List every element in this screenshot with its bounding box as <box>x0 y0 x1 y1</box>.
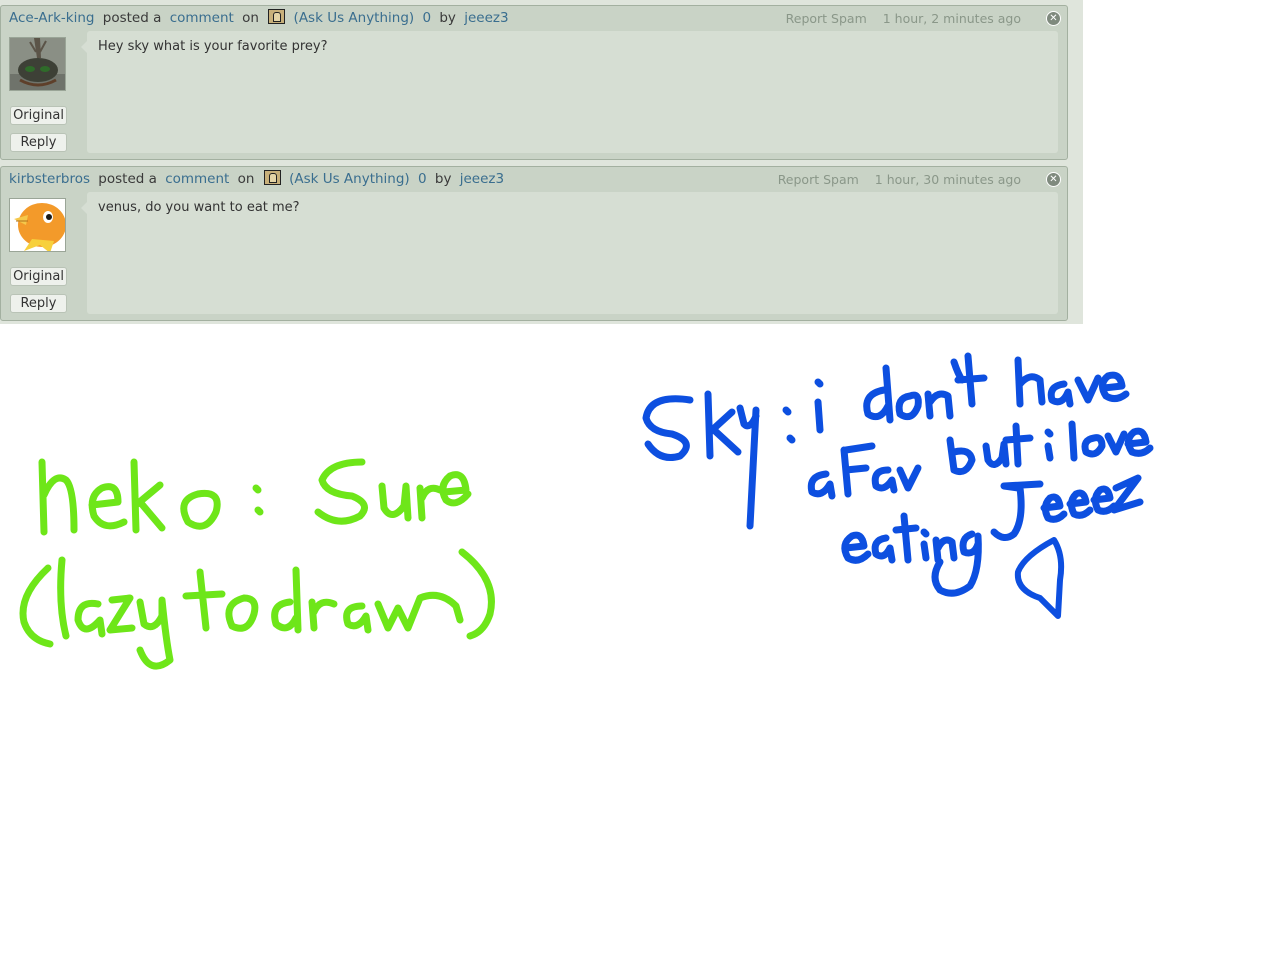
reply-button[interactable]: Reply <box>10 294 67 313</box>
comment-body: Hey sky what is your favorite prey? <box>81 31 1058 153</box>
comment-meta: Report Spam 1 hour, 2 minutes ago <box>786 10 1021 28</box>
group-icon[interactable] <box>263 170 281 185</box>
comment-text: venus, do you want to eat me? <box>98 200 300 215</box>
comment-count[interactable]: 0 <box>418 171 427 187</box>
by-text: by <box>434 171 452 187</box>
avatar[interactable] <box>9 198 66 252</box>
owner-link[interactable]: jeeez3 <box>460 171 504 187</box>
on-text: on <box>237 171 255 187</box>
posted-text: posted a <box>102 10 162 26</box>
comment-count[interactable]: 0 <box>422 10 431 26</box>
original-button[interactable]: Original <box>10 267 67 286</box>
comment-meta: Report Spam 1 hour, 30 minutes ago <box>778 171 1021 189</box>
timestamp: 1 hour, 2 minutes ago <box>882 11 1021 26</box>
report-spam-link[interactable]: Report Spam <box>786 11 867 26</box>
report-spam-link[interactable]: Report Spam <box>778 172 859 187</box>
comment-link[interactable]: comment <box>170 10 234 26</box>
by-text: by <box>439 10 456 26</box>
sky-handwriting <box>642 352 1154 619</box>
comment-feed: Ace-Ark-king posted a comment on (Ask Us… <box>0 0 1083 324</box>
comment-card: kirbsterbros posted a comment on (Ask Us… <box>0 166 1068 321</box>
posted-text: posted a <box>98 171 157 187</box>
avatar-bird-image <box>10 199 65 251</box>
comment-link[interactable]: comment <box>165 171 229 187</box>
comment-body: venus, do you want to eat me? <box>81 192 1058 314</box>
group-icon[interactable] <box>268 9 286 24</box>
author-link[interactable]: kirbsterbros <box>9 171 90 187</box>
reply-button[interactable]: Reply <box>10 133 67 152</box>
close-icon[interactable]: ✕ <box>1046 11 1061 26</box>
group-link[interactable]: (Ask Us Anything) <box>294 10 415 26</box>
original-button[interactable]: Original <box>10 106 67 125</box>
owner-link[interactable]: jeeez3 <box>464 10 508 26</box>
avatar[interactable] <box>9 37 66 91</box>
avatar-tree-image <box>10 38 65 90</box>
comment-text: Hey sky what is your favorite prey? <box>98 39 328 54</box>
on-text: on <box>242 10 259 26</box>
author-link[interactable]: Ace-Ark-king <box>9 10 94 26</box>
group-link[interactable]: (Ask Us Anything) <box>289 171 410 187</box>
close-icon[interactable]: ✕ <box>1046 172 1061 187</box>
timestamp: 1 hour, 30 minutes ago <box>874 172 1021 187</box>
neko-handwriting <box>19 458 495 670</box>
comment-card: Ace-Ark-king posted a comment on (Ask Us… <box>0 5 1068 160</box>
